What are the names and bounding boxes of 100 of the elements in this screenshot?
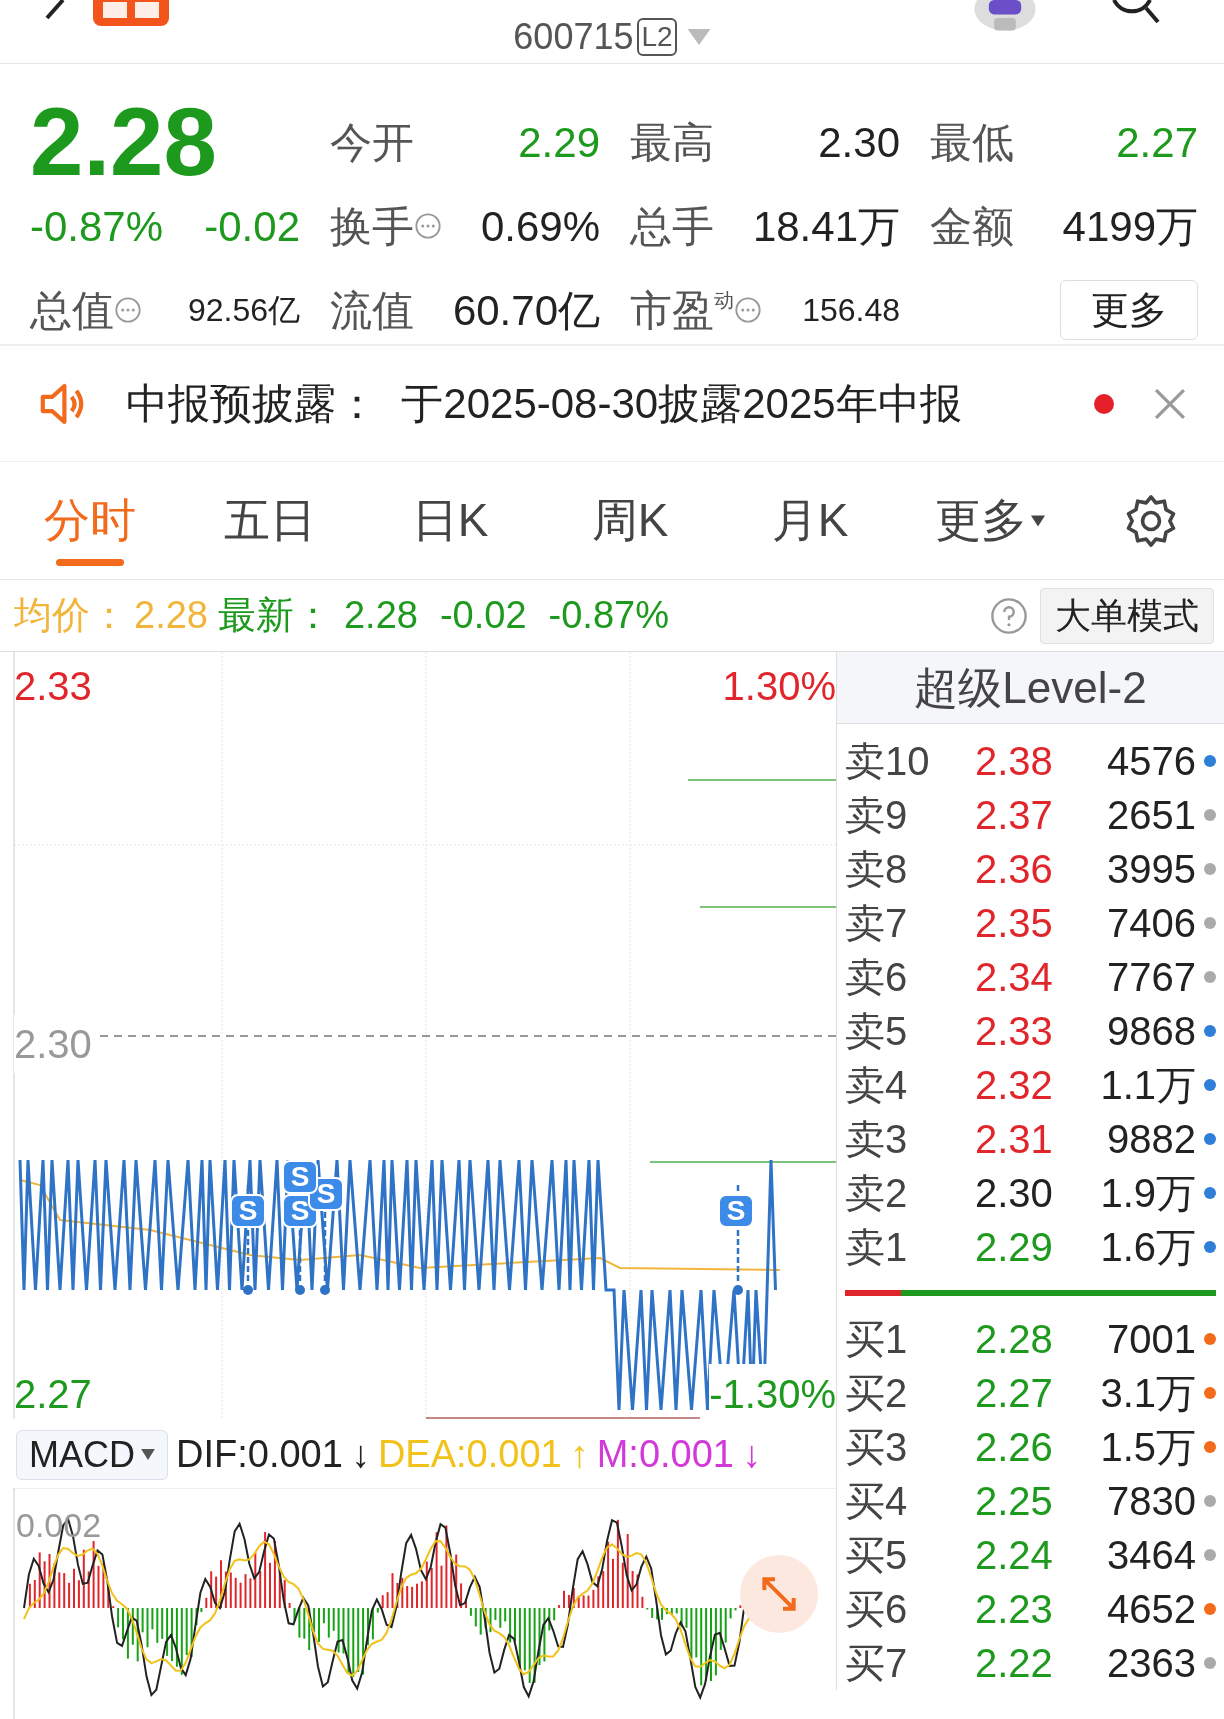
stat-label: 最低 [930,117,1014,168]
more-button[interactable]: 更多 [1060,280,1198,340]
order-volume: 2651 [1106,792,1196,839]
order-level: 卖10 [845,738,931,785]
marker-dot [320,1285,330,1295]
order-level: 卖9 [845,792,909,839]
marker-dot [733,1285,743,1295]
stat-value: 156.48 [802,291,900,330]
order-volume: 4576 [1106,738,1196,785]
order-level: 买1 [845,1316,909,1363]
stat-value: 2.30 [818,117,900,168]
change-percent: -0.87% [30,201,164,252]
chart-tab[interactable]: 更多 [900,461,1080,580]
dropdown-icon[interactable] [686,28,711,45]
dynamic-mark: 动 [714,287,734,311]
order-volume: 3464 [1106,1532,1196,1579]
order-level: 买4 [845,1478,909,1525]
marker-dot [295,1285,305,1295]
order-price: 2.33 [975,1008,1054,1055]
change-amount: -0.02 [204,201,300,252]
average-label: 均价： [14,593,128,638]
order-level: 买7 [845,1640,909,1687]
order-volume: 1.6万 [1099,1224,1196,1271]
order-level: 买6 [845,1586,909,1633]
stat-value: 2.29 [518,117,600,168]
stat-value: 92.56亿 [187,291,300,330]
info-icon[interactable] [734,296,762,324]
m-arrow: ↓ [742,1432,761,1477]
order-price: 2.27 [975,1370,1054,1417]
order-price: 2.36 [975,846,1054,893]
order-price: 2.23 [975,1586,1054,1633]
order-price: 2.32 [975,1062,1054,1109]
order-level: 卖5 [845,1008,909,1055]
stat-label: 市盈 [630,285,714,336]
help-icon[interactable] [990,596,1028,635]
order-level: 卖7 [845,900,909,947]
latest-change-percent: -0.87% [548,593,669,638]
order-price: 2.34 [975,954,1054,1001]
axis-label: 2.27 [14,1371,92,1418]
stat-label: 总手 [630,201,714,252]
order-level: 卖6 [845,954,909,1001]
current-price: 2.28 [30,100,217,184]
dif-value: DIF:0.001 [176,1432,343,1477]
chart-tab[interactable]: 五日 [180,461,360,580]
stat-label: 最高 [630,117,714,168]
order-price: 2.38 [975,738,1054,785]
stat-label: 换手 [330,201,414,252]
marker-dot [243,1285,253,1295]
indicator-selector[interactable]: MACD [16,1429,168,1480]
order-price: 2.30 [975,1170,1054,1217]
stat-label: 流值 [330,285,414,336]
order-volume: 7767 [1106,954,1196,1001]
notice-text[interactable]: 中报预披露： 于2025-08-30披露2025年中报 [126,372,962,435]
order-volume: 2363 [1106,1640,1196,1687]
order-volume: 3.1万 [1099,1370,1196,1417]
order-volume: 3995 [1106,846,1196,893]
panel-title[interactable]: 超级Level-2 [837,652,1224,724]
order-price: 2.35 [975,900,1054,947]
large-order-mode-button[interactable]: 大单模式 [1040,587,1214,644]
tab-underline [56,558,124,566]
order-level: 卖1 [845,1224,909,1271]
latest-price: 2.28 [343,593,418,638]
order-volume: 4652 [1106,1586,1196,1633]
order-price: 2.31 [975,1116,1054,1163]
stat-value: 0.69% [480,201,600,252]
chart-tab[interactable]: 周K [540,461,720,580]
m-value: M:0.001 [596,1432,734,1477]
dropdown-icon [141,1449,155,1460]
order-level: 买5 [845,1532,909,1579]
dif-arrow: ↓ [350,1432,370,1477]
order-level: 卖8 [845,846,909,893]
order-price: 2.37 [975,792,1054,839]
info-icon[interactable] [414,212,442,240]
order-volume: 7001 [1106,1316,1196,1363]
stat-value: 60.70亿 [452,285,600,336]
dea-arrow: ↑ [569,1432,589,1477]
arrows-icon [759,1574,799,1614]
average-price: 2.28 [134,593,208,638]
order-price: 2.28 [975,1316,1054,1363]
order-price: 2.26 [975,1424,1054,1471]
order-price: 2.22 [975,1640,1054,1687]
latest-label: 最新： [217,593,332,638]
order-price: 2.24 [975,1532,1054,1579]
stock-code[interactable]: 600715 [513,9,634,64]
order-volume: 1.9万 [1099,1170,1196,1217]
chart-tab[interactable]: 月K [720,461,900,580]
stat-label: 今开 [330,117,414,168]
stat-value: 18.41万 [752,201,900,252]
order-price: 2.29 [975,1224,1054,1271]
order-volume: 9882 [1106,1116,1196,1163]
close-icon[interactable] [1154,387,1186,420]
info-icon[interactable] [114,296,142,324]
stat-label: 金额 [930,201,1014,252]
order-level: 卖3 [845,1116,909,1163]
axis-label: 1.30% [722,663,836,710]
order-price: 2.25 [975,1478,1054,1525]
stat-value: 2.27 [1116,117,1198,168]
chart-tab[interactable]: 日K [360,461,540,580]
level-badge: L2 [637,17,677,56]
order-volume: 1.5万 [1099,1424,1196,1471]
